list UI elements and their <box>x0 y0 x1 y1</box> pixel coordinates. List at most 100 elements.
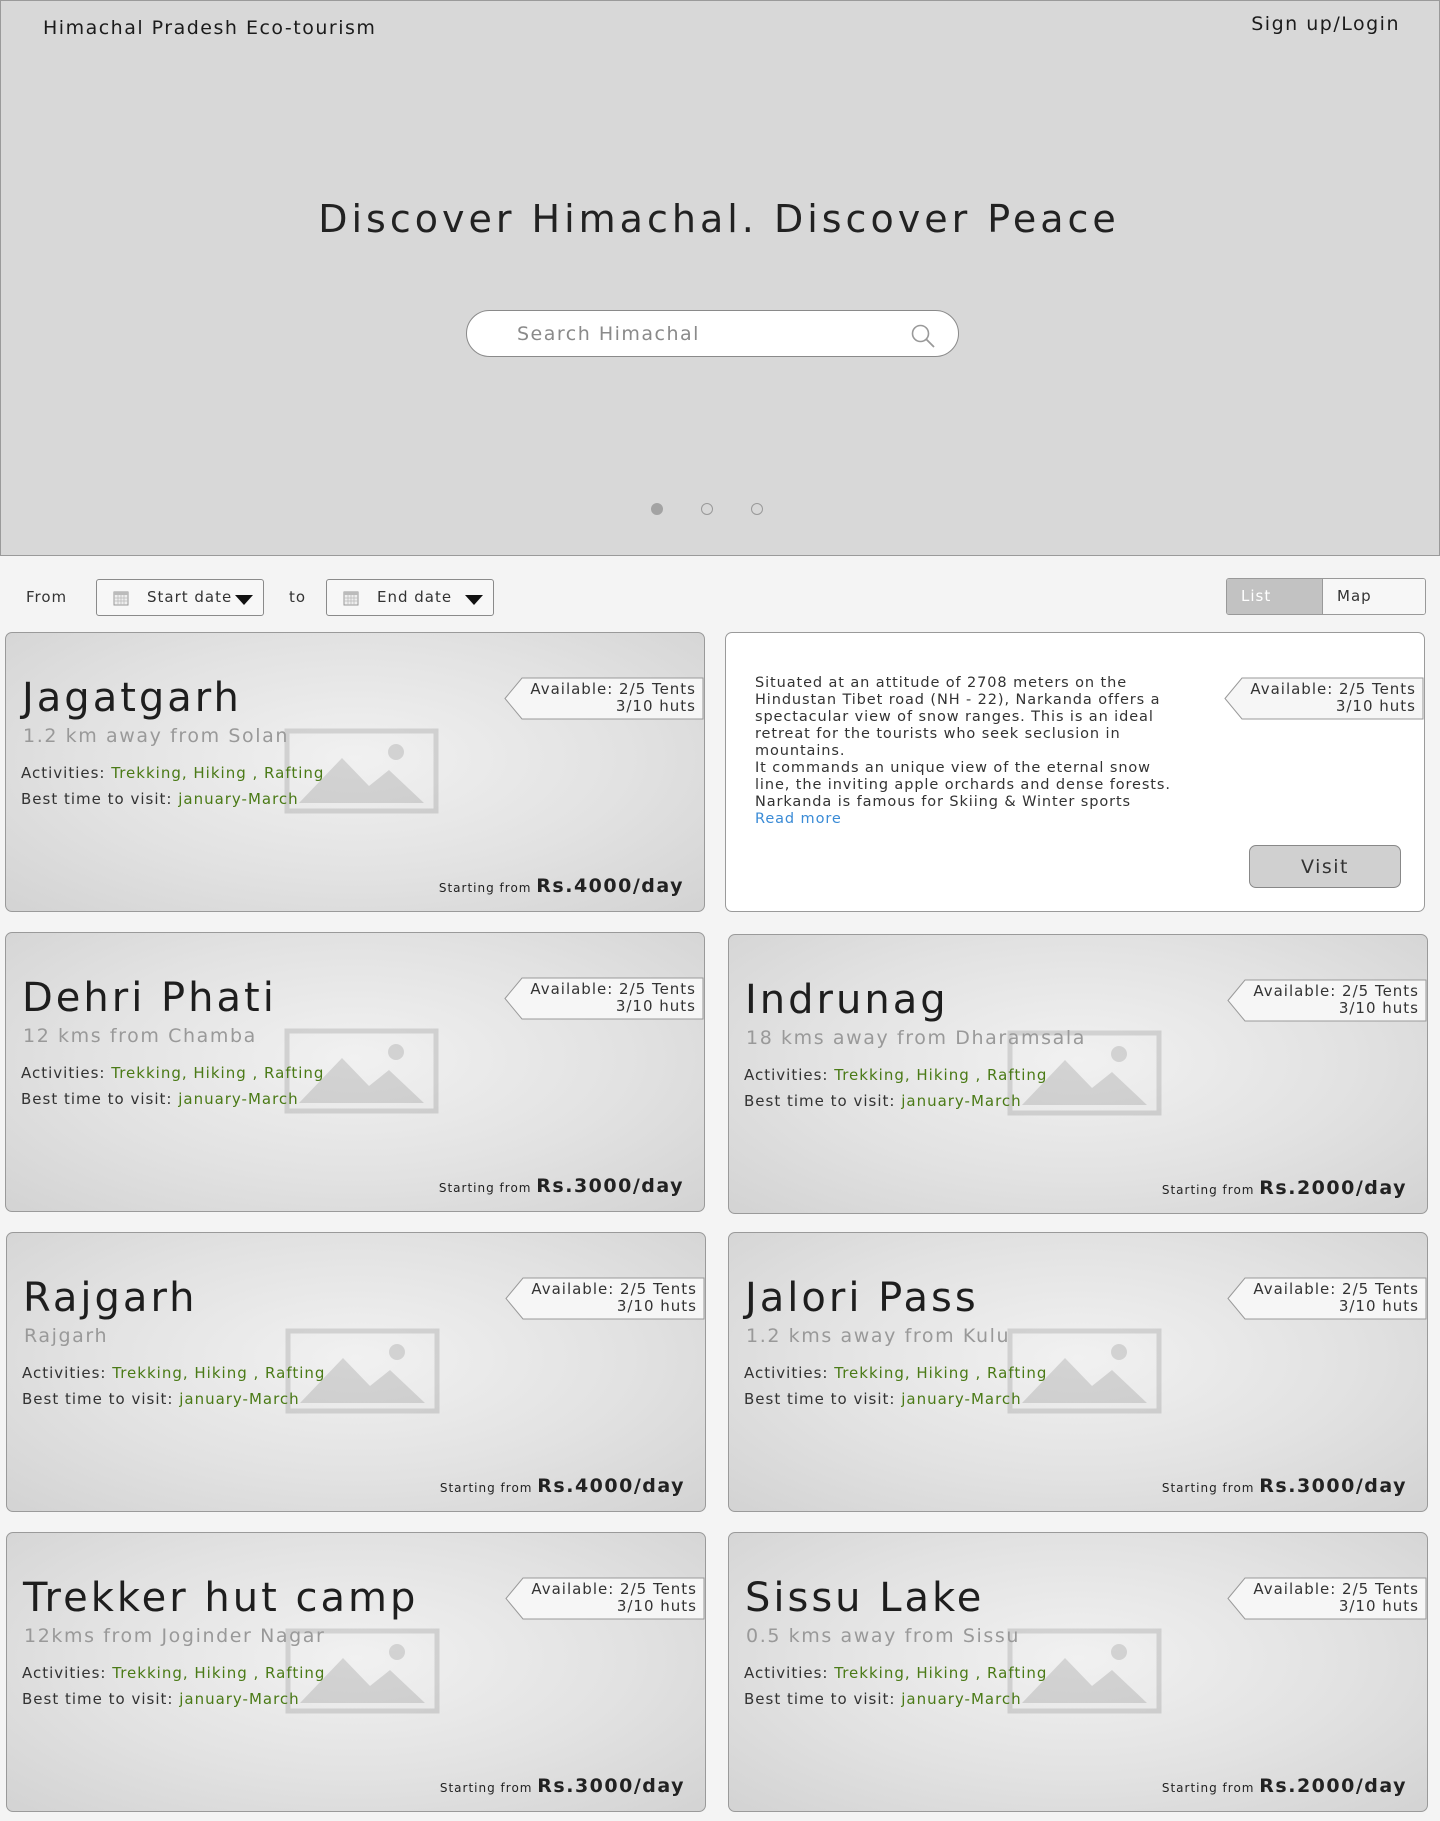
destination-card[interactable]: Available: 2/5 Tents 3/10 huts Jagatgarh… <box>5 632 705 912</box>
availability-huts: 3/10 huts <box>615 697 696 715</box>
availability-huts: 3/10 huts <box>1338 1597 1419 1615</box>
price-row: Starting from Rs.3000/day <box>440 1775 685 1797</box>
availability-tag: Available: 2/5 Tents 3/10 huts <box>1227 979 1427 1022</box>
search-icon[interactable] <box>910 323 936 349</box>
best-time-row: Best time to visit: january-March <box>744 1092 1022 1110</box>
availability-tents: Available: 2/5 Tents <box>531 1280 697 1298</box>
price-row: Starting from Rs.3000/day <box>439 1175 684 1197</box>
best-time-value: january-March <box>179 1690 300 1708</box>
best-time-row: Best time to visit: january-March <box>21 1090 299 1108</box>
activities-row: Activities: Trekking, Hiking , Rafting <box>22 1664 325 1682</box>
activities-value: Trekking, Hiking , Rafting <box>834 1364 1048 1382</box>
availability-tag: Available: 2/5 Tents 3/10 huts <box>504 977 704 1020</box>
destination-name: Indrunag <box>745 977 949 1023</box>
availability-tag: Available: 2/5 Tents 3/10 huts <box>505 1577 705 1620</box>
activities-row: Activities: Trekking, Hiking , Rafting <box>744 1664 1047 1682</box>
map-view-button[interactable]: Map view <box>1323 579 1425 614</box>
destination-card[interactable]: Available: 2/5 Tents 3/10 huts Trekker h… <box>6 1532 706 1812</box>
activities-row: Activities: Trekking, Hiking , Rafting <box>21 764 324 782</box>
best-time-value: january-March <box>179 1390 300 1408</box>
price-value: Rs.3000/day <box>537 1775 685 1797</box>
price-value: Rs.3000/day <box>1259 1475 1407 1497</box>
best-time-row: Best time to visit: january-March <box>22 1690 300 1708</box>
activities-value: Trekking, Hiking , Rafting <box>111 764 325 782</box>
price-value: Rs.2000/day <box>1259 1177 1407 1199</box>
destination-card[interactable]: Available: 2/5 Tents 3/10 huts Dehri Pha… <box>5 932 705 1212</box>
availability-tents: Available: 2/5 Tents <box>1253 1280 1419 1298</box>
best-time-label: Best time to visit: <box>744 1092 902 1110</box>
filter-bar: From Start date to End date List view Ma… <box>0 556 1440 636</box>
price-value: Rs.3000/day <box>536 1175 684 1197</box>
activities-value: Trekking, Hiking , Rafting <box>112 1664 326 1682</box>
search-input[interactable] <box>517 319 897 349</box>
calendar-icon <box>113 591 129 606</box>
availability-tag: Available: 2/5 Tents 3/10 huts <box>1224 677 1424 720</box>
starting-from-label: Starting from <box>438 1181 537 1195</box>
start-date-picker[interactable]: Start date <box>96 579 264 616</box>
destination-card[interactable]: Available: 2/5 Tents 3/10 huts Sissu Lak… <box>728 1532 1428 1812</box>
activities-label: Activities: <box>21 1064 112 1082</box>
availability-tents: Available: 2/5 Tents <box>1250 680 1416 698</box>
activities-label: Activities: <box>744 1364 835 1382</box>
destination-card[interactable]: Available: 2/5 Tents 3/10 huts Jalori Pa… <box>728 1232 1428 1512</box>
price-row: Starting from Rs.4000/day <box>440 1475 685 1497</box>
visit-button[interactable]: Visit <box>1249 845 1401 888</box>
activities-row: Activities: Trekking, Hiking , Rafting <box>744 1066 1047 1084</box>
availability-tents: Available: 2/5 Tents <box>530 680 696 698</box>
description-para-2: It commands an unique view of the eterna… <box>755 760 1171 810</box>
activities-label: Activities: <box>744 1664 835 1682</box>
activities-label: Activities: <box>22 1664 113 1682</box>
price-value: Rs.4000/day <box>537 1475 685 1497</box>
destination-distance: Rajgarh <box>24 1325 109 1347</box>
price-row: Starting from Rs.4000/day <box>439 875 684 897</box>
starting-from-label: Starting from <box>1161 1183 1260 1197</box>
activities-label: Activities: <box>744 1066 835 1084</box>
destination-distance: 1.2 km away from Solan <box>23 725 290 747</box>
destination-card[interactable]: Available: 2/5 Tents 3/10 huts Indrunag … <box>728 934 1428 1214</box>
destination-name: Trekker hut camp <box>23 1575 419 1621</box>
price-row: Starting from Rs.3000/day <box>1162 1475 1407 1497</box>
availability-tents: Available: 2/5 Tents <box>531 1580 697 1598</box>
carousel-dot-1[interactable] <box>651 503 663 515</box>
activities-value: Trekking, Hiking , Rafting <box>834 1066 1048 1084</box>
list-view-button[interactable]: List view <box>1227 579 1323 614</box>
price-row: Starting from Rs.2000/day <box>1162 1177 1407 1199</box>
best-time-value: january-March <box>901 1390 1022 1408</box>
chevron-down-icon <box>465 595 483 605</box>
price-row: Starting from Rs.2000/day <box>1162 1775 1407 1797</box>
availability-tents: Available: 2/5 Tents <box>530 980 696 998</box>
availability-huts: 3/10 huts <box>1338 1297 1419 1315</box>
search-bar <box>466 310 959 357</box>
carousel-dot-3[interactable] <box>751 503 763 515</box>
destination-distance: 0.5 kms away from Sissu <box>746 1625 1021 1647</box>
destination-name: Sissu Lake <box>745 1575 985 1621</box>
read-more-link[interactable]: Read more <box>755 811 842 827</box>
availability-tag: Available: 2/5 Tents 3/10 huts <box>505 1277 705 1320</box>
to-label: to <box>289 588 307 606</box>
destination-name: Dehri Phati <box>22 975 277 1021</box>
from-label: From <box>26 588 68 606</box>
destination-name: Jalori Pass <box>745 1275 979 1321</box>
end-date-value: End date <box>377 588 453 606</box>
availability-huts: 3/10 huts <box>615 997 696 1015</box>
destination-description: Situated at an attitude of 2708 meters o… <box>755 675 1175 828</box>
brand-title[interactable]: Himachal Pradesh Eco-tourism <box>43 17 376 39</box>
best-time-label: Best time to visit: <box>22 1390 180 1408</box>
starting-from-label: Starting from <box>1161 1781 1260 1795</box>
featured-destination-card: Available: 2/5 Tents 3/10 huts Situated … <box>725 632 1425 912</box>
end-date-picker[interactable]: End date <box>326 579 494 616</box>
destination-distance: 12 kms from Chamba <box>23 1025 257 1047</box>
activities-label: Activities: <box>22 1364 113 1382</box>
availability-tents: Available: 2/5 Tents <box>1253 982 1419 1000</box>
availability-huts: 3/10 huts <box>1338 999 1419 1017</box>
destination-card[interactable]: Available: 2/5 Tents 3/10 huts Rajgarh R… <box>6 1232 706 1512</box>
availability-tents: Available: 2/5 Tents <box>1253 1580 1419 1598</box>
best-time-label: Best time to visit: <box>21 790 179 808</box>
best-time-value: january-March <box>178 1090 299 1108</box>
availability-tag: Available: 2/5 Tents 3/10 huts <box>504 677 704 720</box>
signup-login-link[interactable]: Sign up/Login <box>1251 13 1400 35</box>
activities-value: Trekking, Hiking , Rafting <box>111 1064 325 1082</box>
best-time-value: january-March <box>901 1092 1022 1110</box>
best-time-label: Best time to visit: <box>744 1690 902 1708</box>
carousel-dot-2[interactable] <box>701 503 713 515</box>
